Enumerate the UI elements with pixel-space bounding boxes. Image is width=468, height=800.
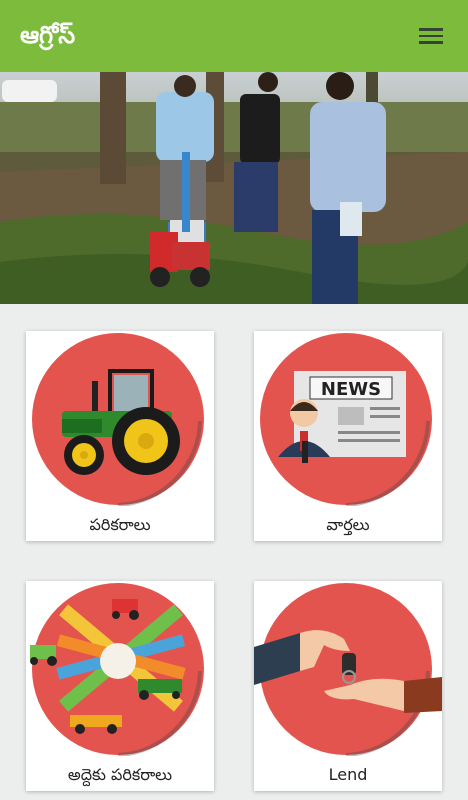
key-handover-icon <box>254 583 442 757</box>
rental-equipment-icon <box>30 583 204 757</box>
tile-lend[interactable]: Lend <box>254 581 442 791</box>
news-icon-text: NEWS <box>321 379 381 400</box>
tile-label: పరికరాలు <box>89 515 151 534</box>
app-bar: ఆగ్రోస్ <box>0 0 468 72</box>
image-carousel[interactable] <box>0 72 468 304</box>
tractor-icon <box>32 333 204 507</box>
app-title: ఆగ్రోస్ <box>20 21 76 49</box>
tile-label: Lend <box>328 765 368 784</box>
tile-rental-equipment[interactable]: అద్దెకు పరికరాలు <box>26 581 214 791</box>
tile-label: వార్తలు <box>326 515 370 534</box>
hamburger-menu-icon[interactable] <box>418 24 444 46</box>
tile-label: అద్దెకు పరికరాలు <box>67 765 173 784</box>
tile-news[interactable]: NEWS వార్తలు <box>254 331 442 541</box>
farm-photo <box>0 72 468 304</box>
tile-equipment[interactable]: పరికరాలు <box>26 331 214 541</box>
news-icon: NEWS <box>260 333 432 507</box>
